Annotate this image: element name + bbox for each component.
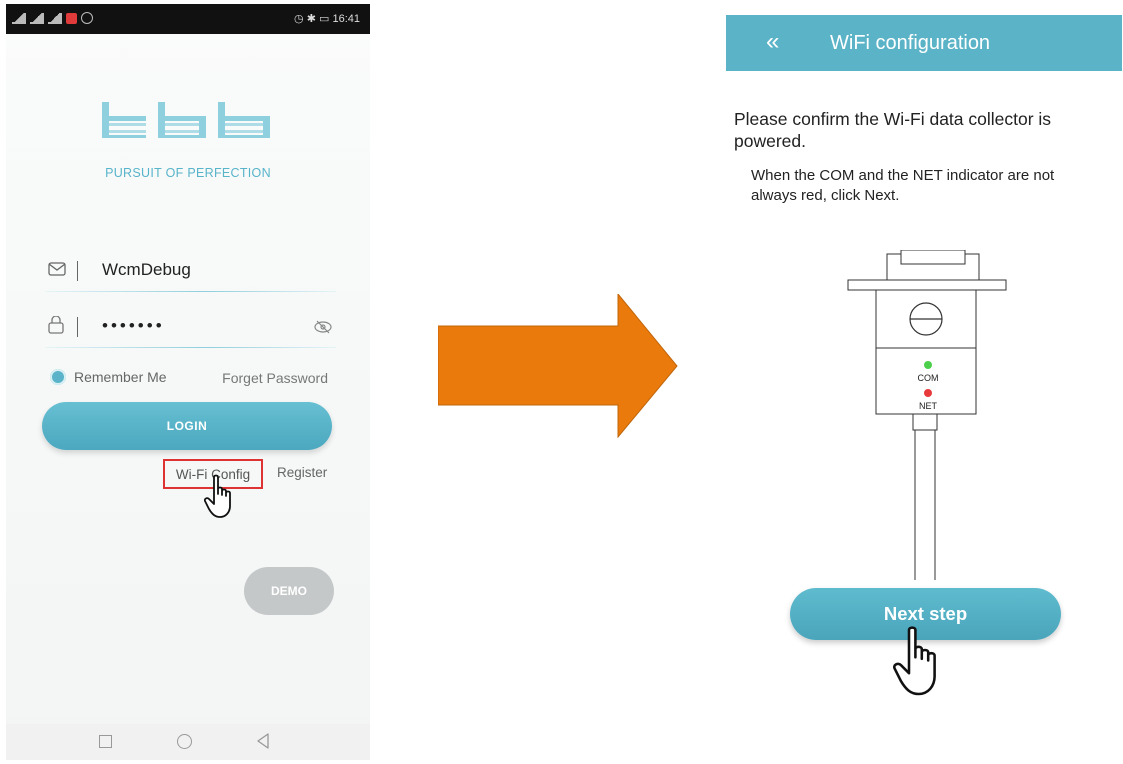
login-screen: ◷ ✱ ▭ 16:41 PURSUIT OF PERFECTION WcmDeb… bbox=[6, 4, 370, 760]
remember-me-toggle[interactable]: Remember Me bbox=[50, 369, 167, 385]
status-bar: ◷ ✱ ▭ 16:41 bbox=[6, 4, 370, 34]
signal-icon bbox=[48, 12, 62, 24]
tbb-logo bbox=[102, 102, 270, 138]
password-field[interactable]: ••••••• bbox=[46, 308, 336, 348]
app-notification-icon bbox=[81, 12, 93, 24]
username-value[interactable]: WcmDebug bbox=[102, 260, 191, 280]
net-label: NET bbox=[919, 401, 938, 411]
home-icon[interactable] bbox=[177, 734, 192, 749]
lock-icon bbox=[48, 316, 64, 334]
mail-icon bbox=[48, 262, 66, 276]
field-separator bbox=[77, 317, 78, 337]
tagline: PURSUIT OF PERFECTION bbox=[105, 166, 271, 180]
bluetooth-icon: ✱ bbox=[306, 13, 316, 25]
android-nav-bar bbox=[6, 724, 370, 760]
right-arrow-icon bbox=[438, 294, 678, 438]
battery-icon: ▭ bbox=[319, 13, 330, 25]
password-value[interactable]: ••••••• bbox=[102, 316, 165, 336]
net-led bbox=[924, 389, 932, 397]
signal-icon bbox=[30, 12, 44, 24]
hide-password-icon[interactable] bbox=[314, 320, 332, 334]
register-link[interactable]: Register bbox=[277, 465, 327, 480]
field-underline bbox=[46, 347, 336, 348]
com-label: COM bbox=[918, 373, 939, 383]
recent-apps-icon[interactable] bbox=[99, 735, 112, 748]
status-icons-left bbox=[12, 12, 93, 24]
instruction-subtitle: When the COM and the NET indicator are n… bbox=[751, 167, 1055, 204]
com-led bbox=[924, 361, 932, 369]
back-nav-icon[interactable] bbox=[256, 733, 270, 749]
status-time: 16:41 bbox=[332, 13, 360, 25]
app-notification-icon bbox=[66, 12, 77, 24]
wifi-collector-device-illustration: COM NET bbox=[847, 250, 1007, 580]
status-icons-right: ◷ ✱ ▭ 16:41 bbox=[294, 12, 360, 25]
instruction-title: Please confirm the Wi-Fi data collector … bbox=[734, 109, 1052, 151]
remember-me-radio[interactable] bbox=[50, 369, 66, 385]
signal-icon bbox=[12, 12, 26, 24]
field-separator bbox=[77, 261, 78, 281]
alarm-icon: ◷ bbox=[294, 13, 304, 25]
demo-button[interactable]: DEMO bbox=[244, 567, 334, 615]
field-underline bbox=[46, 291, 336, 292]
hand-pointer-icon bbox=[204, 474, 231, 518]
hand-pointer-icon bbox=[893, 626, 936, 696]
login-button[interactable]: LOGIN bbox=[42, 402, 332, 450]
page-title: WiFi configuration bbox=[830, 32, 991, 54]
back-icon[interactable]: « bbox=[766, 28, 779, 56]
forget-password-link[interactable]: Forget Password bbox=[222, 370, 328, 386]
remember-me-label: Remember Me bbox=[74, 369, 167, 385]
username-field[interactable]: WcmDebug bbox=[46, 252, 336, 292]
wifi-config-header: « WiFi configuration bbox=[726, 15, 1122, 71]
